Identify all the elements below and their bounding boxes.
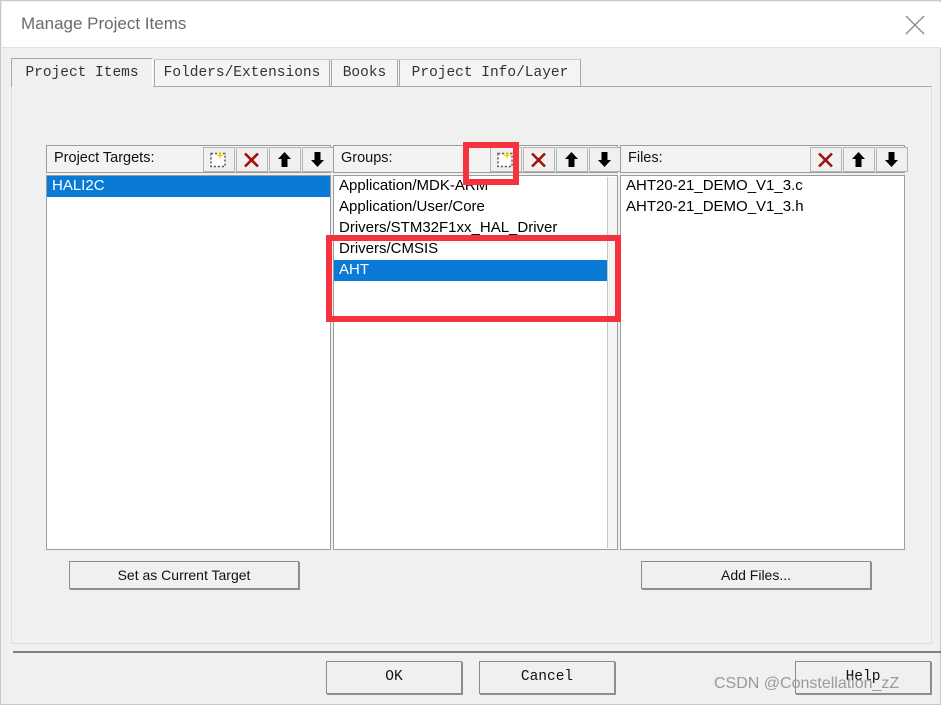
tab-label: Books: [342, 65, 387, 81]
window-title: Manage Project Items: [21, 14, 187, 33]
targets-delete-item-icon[interactable]: [236, 147, 268, 172]
targets-move-up-icon[interactable]: [269, 147, 301, 172]
set-as-current-target-button[interactable]: Set as Current Target: [69, 561, 299, 589]
tab-panel-project-items: Project Targets: HALI2C Set as Current T…: [11, 86, 932, 644]
tab-folders-extensions[interactable]: Folders/Extensions: [154, 59, 330, 86]
list-item[interactable]: Drivers/CMSIS: [334, 239, 617, 260]
list-item[interactable]: Drivers/STM32F1xx_HAL_Driver: [334, 218, 617, 239]
list-item[interactable]: AHT20-21_DEMO_V1_3.c: [621, 176, 904, 197]
groups-header: Groups:: [333, 145, 621, 173]
groups-new-item-icon[interactable]: [490, 147, 522, 172]
set-as-current-target-label: Set as Current Target: [117, 567, 251, 583]
add-files-label: Add Files...: [720, 567, 792, 583]
groups-list-scrollbar[interactable]: [607, 177, 617, 548]
list-item[interactable]: Application/MDK-ARM: [334, 176, 617, 197]
groups-label: Groups:: [341, 150, 393, 166]
project-targets-label: Project Targets:: [54, 150, 155, 166]
project-targets-header: Project Targets:: [46, 145, 334, 173]
tab-project-items[interactable]: Project Items: [11, 58, 153, 87]
list-item[interactable]: HALI2C: [47, 176, 330, 197]
add-files-button[interactable]: Add Files...: [641, 561, 871, 589]
targets-move-down-icon[interactable]: [302, 147, 334, 172]
footer-divider: [13, 651, 941, 653]
cancel-button[interactable]: Cancel: [479, 661, 615, 694]
project-targets-list[interactable]: HALI2C: [46, 175, 331, 550]
tab-books[interactable]: Books: [331, 59, 398, 86]
groups-move-down-icon[interactable]: [589, 147, 621, 172]
watermark-text: CSDN @Constellation_zZ: [714, 675, 900, 692]
cancel-label: Cancel: [520, 669, 574, 685]
title-bar: Manage Project Items: [2, 2, 941, 48]
close-icon[interactable]: [893, 4, 937, 46]
tab-project-info-layer[interactable]: Project Info/Layer: [399, 59, 581, 86]
list-item[interactable]: AHT20-21_DEMO_V1_3.h: [621, 197, 904, 218]
files-delete-item-icon[interactable]: [810, 147, 842, 172]
ok-button[interactable]: OK: [326, 661, 462, 694]
files-move-up-icon[interactable]: [843, 147, 875, 172]
tab-label: Project Items: [25, 65, 139, 81]
list-item[interactable]: AHT: [334, 260, 617, 281]
tab-strip: Project Items Folders/Extensions Books P…: [11, 58, 932, 87]
list-item[interactable]: Application/User/Core: [334, 197, 617, 218]
files-label: Files:: [628, 150, 663, 166]
manage-project-items-dialog: Manage Project Items Project Items Folde…: [0, 0, 941, 705]
files-move-down-icon[interactable]: [876, 147, 908, 172]
groups-move-up-icon[interactable]: [556, 147, 588, 172]
ok-label: OK: [385, 669, 403, 685]
groups-delete-item-icon[interactable]: [523, 147, 555, 172]
files-list[interactable]: AHT20-21_DEMO_V1_3.c AHT20-21_DEMO_V1_3.…: [620, 175, 905, 550]
tab-label: Project Info/Layer: [411, 65, 569, 81]
tab-label: Folders/Extensions: [163, 65, 321, 81]
files-header: Files:: [620, 145, 908, 173]
targets-new-item-icon[interactable]: [203, 147, 235, 172]
groups-list[interactable]: Application/MDK-ARM Application/User/Cor…: [333, 175, 618, 550]
